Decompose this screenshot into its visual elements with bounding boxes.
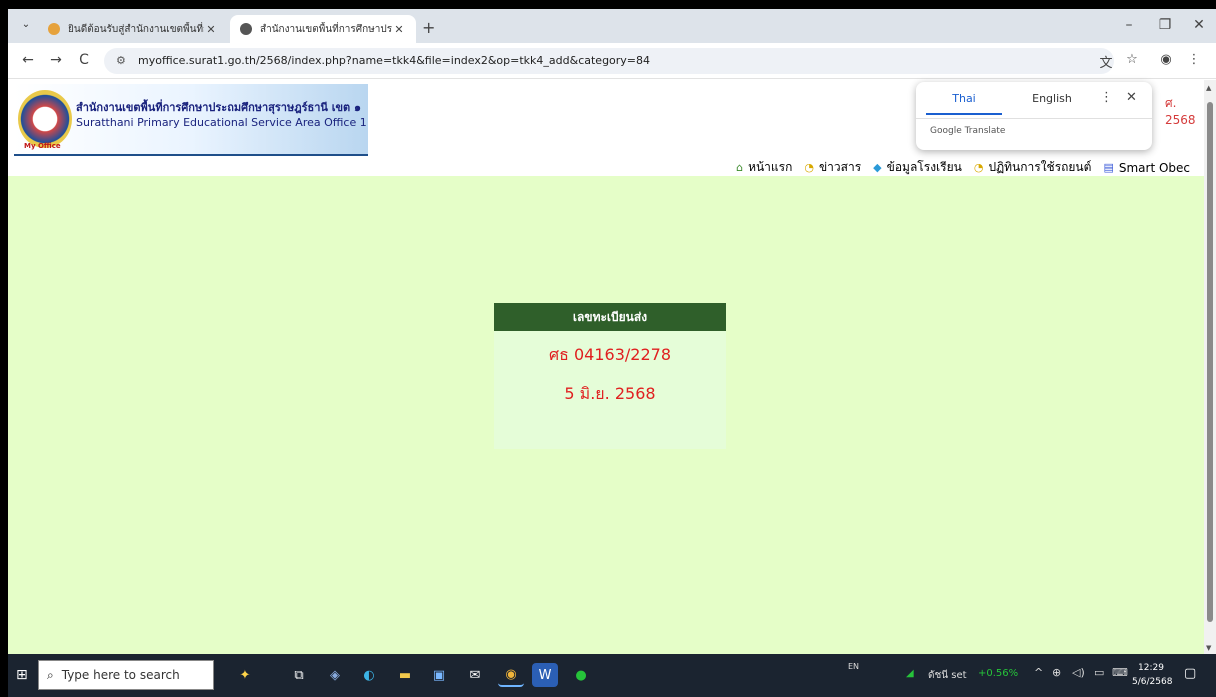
tab-title: สำนักงานเขตพื้นที่การศึกษาประถมศึ	[260, 23, 392, 35]
volume-icon[interactable]: ◁)	[1072, 666, 1085, 679]
school-icon: ◆	[873, 161, 882, 174]
taskbar: ⊞ ⌕ Type here to search ✦ ⧉ ◈ ◐ ▬ ▣ ✉ ◉ …	[8, 654, 1216, 697]
site-title-english: Suratthani Primary Educational Service A…	[76, 116, 367, 129]
nav-car-calendar[interactable]: ◔ ปฏิทินการใช้รถยนต์	[974, 158, 1092, 177]
translate-popup: Thai English ⋮ ✕ Google Translate	[916, 82, 1152, 150]
site-favicon-icon	[48, 23, 60, 35]
browser-window: ⌄ ยินดีต้อนรับสู่สำนักงานเขตพื้นที่การศึ…	[8, 9, 1216, 697]
nav-label: ข้อมูลโรงเรียน	[886, 160, 962, 174]
line-icon[interactable]: ●	[568, 663, 594, 687]
clock-time: 12:29	[1138, 663, 1164, 673]
tab-welcome[interactable]: ยินดีต้อนรับสู่สำนักงานเขตพื้นที่การศึ ✕	[38, 15, 228, 43]
page-scrollbar[interactable]: ▲ ▼	[1204, 80, 1216, 654]
site-logo: My Office	[18, 90, 72, 150]
nav-smart-obec[interactable]: ▤ Smart Obec	[1103, 161, 1190, 175]
search-icon: ⌕	[47, 667, 54, 682]
book-icon: ▤	[1103, 161, 1114, 174]
scroll-up-icon[interactable]: ▲	[1206, 84, 1211, 92]
forward-button[interactable]: →	[46, 52, 66, 68]
search-placeholder: Type here to search	[61, 668, 180, 682]
translate-source-tab[interactable]: Thai	[926, 92, 1002, 105]
url-text: myoffice.surat1.go.th/2568/index.php?nam…	[138, 54, 651, 67]
active-tab-indicator	[926, 113, 1002, 115]
close-window-button[interactable]: ✕	[1184, 17, 1214, 33]
close-tab-icon[interactable]: ✕	[392, 23, 406, 36]
more-menu-icon[interactable]: ⋮	[1184, 52, 1204, 67]
task-view-icon[interactable]: ⧉	[286, 663, 312, 687]
news-icon: ◔	[804, 161, 814, 174]
nav-label: ปฏิทินการใช้รถยนต์	[988, 160, 1092, 174]
word-icon[interactable]: W	[532, 663, 558, 687]
nav-school-info[interactable]: ◆ ข้อมูลโรงเรียน	[873, 158, 962, 177]
registration-card: เลขทะเบียนส่ง ศธ 04163/2278 5 มิ.ย. 2568	[494, 303, 726, 449]
notification-icon[interactable]: ▢	[1184, 666, 1196, 681]
document-number: ศธ 04163/2278	[548, 345, 671, 364]
nav-label: Smart Obec	[1118, 160, 1190, 175]
logo-text: My Office	[24, 142, 61, 150]
site-info-icon[interactable]: ⚙	[116, 54, 126, 67]
tab-office[interactable]: สำนักงานเขตพื้นที่การศึกษาประถมศึ ✕	[230, 15, 416, 43]
main-nav: ⌂ หน้าแรก ◔ ข่าวสาร ◆ ข้อมูลโรงเรียน ◔ ป…	[736, 158, 1190, 177]
calendar-icon: ◔	[973, 161, 984, 174]
globe-icon	[240, 23, 252, 35]
content-area: เลขทะเบียนส่ง ศธ 04163/2278 5 มิ.ย. 2568	[8, 176, 1204, 654]
address-bar[interactable]: ⚙ myoffice.surat1.go.th/2568/index.php?n…	[104, 48, 1114, 74]
nav-label: ข่าวสาร	[818, 160, 862, 174]
close-tab-icon[interactable]: ✕	[204, 23, 218, 36]
profile-icon[interactable]: ◉	[1156, 52, 1176, 67]
web-page: My Office สำนักงานเขตพื้นที่การศึกษาประถ…	[8, 80, 1204, 654]
system-clock[interactable]: 12:29 5/6/2568	[1132, 661, 1173, 689]
tray-arrow-icon[interactable]: ^	[1034, 666, 1043, 679]
tab-search-icon[interactable]: ⌄	[18, 17, 34, 33]
minimize-button[interactable]: –	[1114, 17, 1144, 33]
site-title-thai: สำนักงานเขตพื้นที่การศึกษาประถมศึกษาสุรา…	[76, 101, 361, 114]
tab-title: ยินดีต้อนรับสู่สำนักงานเขตพื้นที่การศึ	[68, 23, 204, 35]
nav-label: หน้าแรก	[748, 160, 793, 174]
restore-button[interactable]: ❐	[1150, 17, 1180, 33]
network-icon[interactable]: ⊕	[1052, 666, 1061, 679]
file-explorer-icon[interactable]: ▬	[392, 663, 418, 687]
divider	[916, 118, 1152, 119]
bookmark-star-icon[interactable]: ☆	[1122, 52, 1142, 67]
tab-strip: ⌄ ยินดีต้อนรับสู่สำนักงานเขตพื้นที่การศึ…	[8, 9, 1216, 43]
copilot-sparkle-icon[interactable]: ✦	[232, 663, 258, 687]
edge-icon[interactable]: ◐	[356, 663, 382, 687]
translate-icon[interactable]: 文	[1096, 52, 1116, 71]
clock-date: 5/6/2568	[1132, 677, 1173, 687]
scroll-down-icon[interactable]: ▼	[1206, 644, 1211, 652]
mail-icon[interactable]: ✉	[462, 663, 488, 687]
nav-news[interactable]: ◔ ข่าวสาร	[804, 158, 861, 177]
translate-footer: Google Translate	[930, 126, 1006, 136]
taskbar-search[interactable]: ⌕ Type here to search	[38, 660, 214, 690]
copilot-icon[interactable]: ◈	[322, 663, 348, 687]
scroll-thumb[interactable]	[1207, 102, 1213, 622]
fiscal-year-text: ศ. 2568	[1165, 96, 1196, 127]
nav-home[interactable]: ⌂ หน้าแรก	[736, 158, 792, 177]
chrome-icon[interactable]: ◉	[498, 663, 524, 687]
site-banner[interactable]: My Office สำนักงานเขตพื้นที่การศึกษาประถ…	[14, 84, 368, 156]
stock-chart-icon: ◢	[906, 668, 914, 679]
card-heading: เลขทะเบียนส่ง	[494, 303, 726, 331]
keyboard-icon[interactable]: ⌨	[1112, 666, 1128, 679]
windows-start-icon[interactable]: ⊞	[16, 667, 32, 683]
translate-close-icon[interactable]: ✕	[1126, 90, 1137, 105]
back-button[interactable]: ←	[18, 52, 38, 68]
document-date: 5 มิ.ย. 2568	[564, 384, 656, 403]
browser-toolbar: ← → C ⚙ myoffice.surat1.go.th/2568/index…	[8, 43, 1216, 79]
home-icon: ⌂	[736, 161, 744, 174]
battery-icon[interactable]: ▭	[1094, 666, 1104, 679]
stock-label[interactable]: ดัชนี set	[928, 668, 967, 683]
stock-change: +0.56%	[978, 668, 1019, 679]
reload-button[interactable]: C	[74, 52, 94, 68]
translate-menu-icon[interactable]: ⋮	[1100, 90, 1113, 105]
new-tab-button[interactable]: +	[422, 18, 435, 37]
input-language[interactable]: EN	[848, 662, 859, 671]
translate-target-tab[interactable]: English	[1014, 92, 1090, 105]
store-icon[interactable]: ▣	[426, 663, 452, 687]
